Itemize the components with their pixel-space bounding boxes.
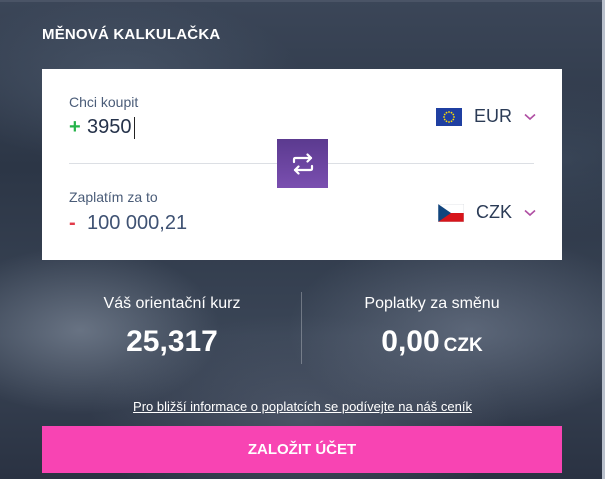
chevron-down-icon	[524, 113, 536, 120]
pay-currency-code: CZK	[476, 202, 512, 222]
buy-label: Chci koupit	[69, 94, 139, 110]
fees-block: Poplatky za směnu 0,00 CZK	[302, 292, 562, 359]
pay-amount-input[interactable]: - 100 000,21	[69, 212, 187, 235]
currency-calculator-widget: MĚNOVÁ KALKULAČKA Chci koupit + 3950 EUR	[0, 0, 605, 479]
buy-amount-value: 3950	[87, 116, 132, 138]
rate-value: 25,317	[126, 325, 218, 358]
chevron-down-icon	[524, 209, 536, 216]
widget-title: MĚNOVÁ KALKULAČKA	[42, 26, 221, 43]
buy-amount-input[interactable]: + 3950	[69, 116, 135, 139]
plus-sign: +	[69, 116, 81, 138]
eu-flag-icon	[435, 107, 462, 126]
rate-label: Váš orientační kurz	[103, 295, 241, 312]
fees-label: Poplatky za směnu	[364, 295, 500, 312]
minus-sign: -	[69, 212, 76, 234]
fees-unit: CZK	[443, 335, 483, 356]
pay-amount-value: 100 000,21	[87, 212, 188, 234]
buy-currency-code: EUR	[473, 106, 512, 126]
swap-currencies-button[interactable]	[277, 139, 328, 188]
cz-flag-icon	[438, 203, 464, 222]
top-edge	[0, 0, 605, 2]
text-caret	[133, 116, 135, 139]
exchange-summary: Váš orientační kurz 25,317 Poplatky za s…	[42, 292, 562, 364]
pay-currency-select[interactable]: CZK	[438, 202, 536, 223]
create-account-button[interactable]: ZALOŽIT ÚČET	[42, 426, 562, 473]
fee-pricelist-link[interactable]: Pro bližší informace o poplatcích se pod…	[0, 399, 605, 414]
rate-block: Váš orientační kurz 25,317	[42, 292, 302, 359]
fees-value-row: 0,00 CZK	[302, 325, 562, 359]
exchange-card: Chci koupit + 3950 EUR Zaplatím za to - …	[42, 69, 562, 260]
fees-value: 0,00	[381, 325, 440, 358]
buy-currency-select[interactable]: EUR	[435, 106, 536, 127]
pay-label: Zaplatím za to	[69, 189, 158, 205]
swap-arrows-icon	[292, 152, 313, 175]
